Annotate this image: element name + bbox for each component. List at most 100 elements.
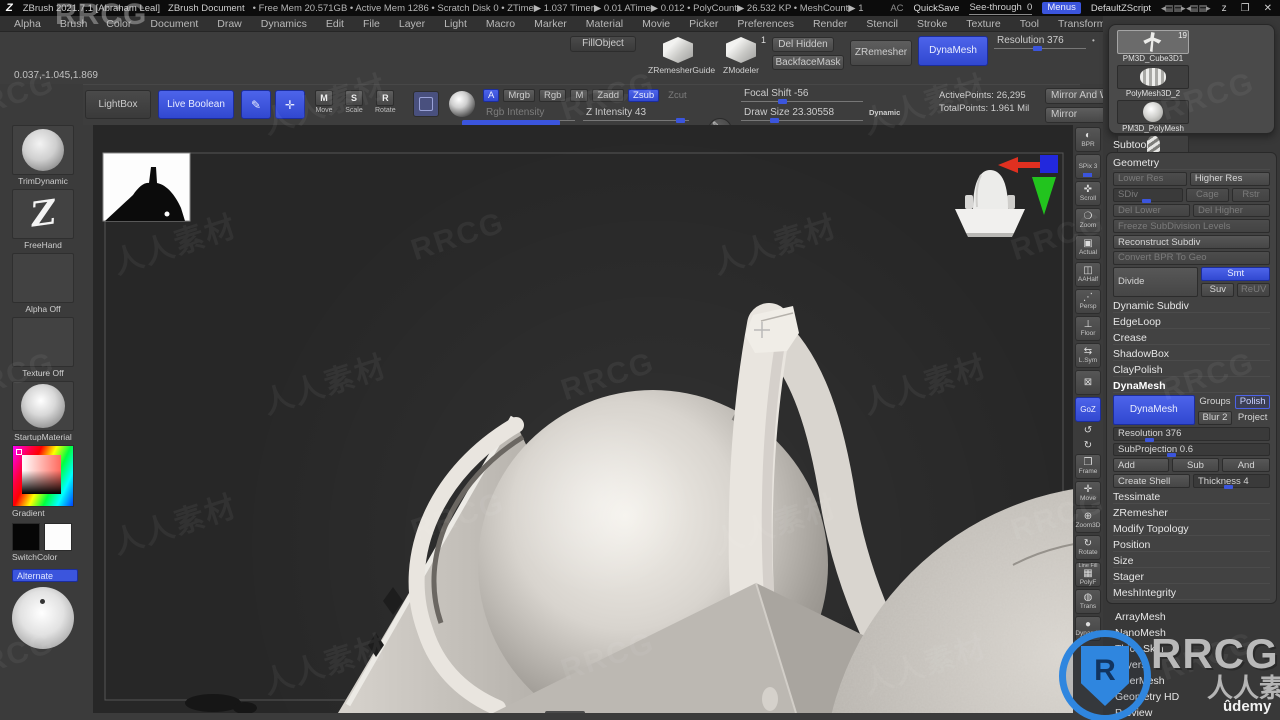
- fill-object-button[interactable]: FillObject: [570, 36, 636, 52]
- panel-section-header[interactable]: Dynamic Subdiv: [1113, 299, 1270, 313]
- rotate-button[interactable]: R Rotate: [375, 90, 396, 114]
- subtool-section-header[interactable]: Subtool: [1113, 139, 1149, 151]
- subprojection-slider[interactable]: SubProjection 0.6: [1113, 442, 1270, 458]
- menu-item[interactable]: Document: [150, 18, 198, 30]
- current-alpha-slot[interactable]: Alpha Off: [12, 253, 74, 314]
- m-toggle[interactable]: M: [570, 89, 589, 102]
- polyf-button[interactable]: Line Fill ▦ PolyF: [1075, 562, 1101, 587]
- zoom-button[interactable]: ❍ Zoom: [1075, 208, 1101, 233]
- cage-button[interactable]: Cage: [1185, 187, 1230, 202]
- panel-section-header[interactable]: ZRemesher: [1113, 506, 1270, 520]
- menu-item[interactable]: Alpha: [14, 18, 41, 30]
- current-material-slot[interactable]: StartupMaterial: [12, 381, 74, 442]
- dynamesh-button[interactable]: DynaMesh: [1113, 394, 1195, 425]
- and-toggle[interactable]: And: [1222, 458, 1271, 473]
- restore-button[interactable]: ❐: [1239, 3, 1252, 14]
- dynamesh-shelf-button[interactable]: DynaMesh: [918, 36, 988, 66]
- color-picker[interactable]: Gradient: [12, 445, 74, 518]
- zremesher-button[interactable]: ZRemesher: [850, 40, 912, 66]
- zadd-toggle[interactable]: Zadd: [592, 89, 625, 102]
- sdiv-slider[interactable]: SDiv: [1113, 187, 1183, 203]
- lightbox-button[interactable]: LightBox: [85, 90, 151, 119]
- panel-section-header[interactable]: EdgeLoop: [1113, 315, 1270, 329]
- panel-section-header[interactable]: Stager: [1113, 570, 1270, 584]
- reuv-button[interactable]: ReUV: [1237, 282, 1271, 297]
- palette-section-header[interactable]: Layers: [1115, 659, 1275, 672]
- zsub-toggle[interactable]: Zsub: [628, 89, 660, 102]
- gradient-picker[interactable]: [12, 445, 74, 507]
- menu-item[interactable]: Render: [813, 18, 847, 30]
- trans-button[interactable]: ◍ Trans: [1075, 589, 1101, 614]
- suv-toggle[interactable]: Suv: [1201, 282, 1235, 297]
- see-through-slider[interactable]: See-through 0: [969, 2, 1033, 15]
- current-stroke-slot[interactable]: Z FreeHand: [12, 189, 74, 250]
- lsym-button[interactable]: ⇆ L.Sym: [1075, 343, 1101, 368]
- palette-section-header[interactable]: Thick Skin: [1115, 643, 1275, 656]
- current-brush-button[interactable]: [413, 91, 439, 117]
- convert-bpr-button[interactable]: Convert BPR To Geo: [1113, 250, 1270, 265]
- tool-pm3d-polymesh[interactable]: PM3D_PolyMesh: [1117, 100, 1189, 133]
- palette-section-header[interactable]: Geometry HD: [1115, 691, 1275, 704]
- panel-section-header[interactable]: ClayPolish: [1113, 363, 1270, 377]
- resolution-panel-slider[interactable]: Resolution 376: [1113, 426, 1270, 442]
- panel-section-header[interactable]: MeshIntegrity: [1113, 586, 1270, 600]
- menu-item[interactable]: Transform: [1058, 18, 1105, 30]
- secondary-color-swatch[interactable]: [44, 523, 72, 551]
- menu-item[interactable]: File: [363, 18, 380, 30]
- alternate-button[interactable]: Alternate: [12, 569, 78, 582]
- draw-size-slider[interactable]: Draw Size 23.30558: [741, 106, 863, 123]
- geometry-section-header[interactable]: Geometry: [1113, 156, 1270, 170]
- edit-button[interactable]: ✎: [241, 90, 271, 119]
- actual-button[interactable]: ▣ Actual: [1075, 235, 1101, 260]
- live-boolean-button[interactable]: Live Boolean: [158, 90, 234, 119]
- menu-item[interactable]: Light: [444, 18, 467, 30]
- panel-section-header[interactable]: Position: [1113, 538, 1270, 552]
- lock-button[interactable]: ⊠: [1075, 370, 1101, 395]
- current-material-button[interactable]: [449, 91, 475, 117]
- move-button[interactable]: M Move: [315, 90, 333, 114]
- backface-mask-button[interactable]: BackfaceMask: [772, 55, 844, 70]
- history-undo-button[interactable]: ↺: [1078, 424, 1098, 437]
- minimize-button[interactable]: z: [1220, 3, 1229, 14]
- document-canvas[interactable]: ▲▼: [93, 125, 1075, 713]
- history-redo-button[interactable]: ↻: [1078, 439, 1098, 452]
- zmodeler-button[interactable]: 1 ZModeler: [716, 35, 766, 75]
- del-hidden-button[interactable]: Del Hidden: [772, 37, 834, 52]
- rotate-3d-button[interactable]: ↻ Rotate: [1075, 535, 1101, 560]
- current-brush-slot[interactable]: TrimDynamic: [12, 125, 74, 186]
- thickness-slider[interactable]: Thickness 4: [1193, 474, 1270, 489]
- menu-item[interactable]: Texture: [966, 18, 1000, 30]
- resolution-slider[interactable]: Resolution 376: [994, 34, 1086, 51]
- add-toggle[interactable]: Add: [1113, 458, 1169, 473]
- floor-button[interactable]: ⊥ Floor: [1075, 316, 1101, 341]
- bpr-button[interactable]: ◐ BPR: [1075, 127, 1101, 152]
- del-higher-button[interactable]: Del Higher: [1193, 203, 1270, 218]
- light-placement-ball[interactable]: [12, 587, 74, 649]
- menu-item[interactable]: Movie: [642, 18, 670, 30]
- dynamesh-section-header[interactable]: DynaMesh: [1113, 379, 1270, 393]
- divide-button[interactable]: Divide: [1113, 266, 1199, 297]
- switch-color[interactable]: SwitchColor: [12, 523, 74, 562]
- lower-res-button[interactable]: Lower Res: [1113, 172, 1187, 186]
- focal-shift-slider[interactable]: Focal Shift -56: [741, 87, 863, 104]
- palette-nav-icons[interactable]: ◂▤ ▤▸ ◂▤ ▤▸: [1161, 3, 1211, 14]
- reconstruct-subdiv-button[interactable]: Reconstruct Subdiv: [1113, 235, 1270, 249]
- z-intensity-slider[interactable]: Z Intensity 43: [583, 106, 689, 123]
- menu-item[interactable]: Stroke: [917, 18, 947, 30]
- palette-section-header[interactable]: NanoMesh: [1115, 627, 1275, 640]
- blur-slider[interactable]: Blur 2: [1197, 410, 1233, 425]
- tool-polymesh3d-2[interactable]: PolyMesh3D_2: [1117, 65, 1189, 98]
- menu-item[interactable]: Edit: [326, 18, 344, 30]
- create-shell-button[interactable]: Create Shell: [1113, 474, 1190, 488]
- palette-section-header[interactable]: Preview: [1115, 707, 1275, 720]
- rgb-toggle[interactable]: Rgb: [539, 89, 567, 102]
- del-lower-button[interactable]: Del Lower: [1113, 203, 1190, 218]
- menu-item[interactable]: Material: [586, 18, 623, 30]
- current-texture-slot[interactable]: Texture Off: [12, 317, 74, 378]
- panel-section-header[interactable]: Crease: [1113, 331, 1270, 345]
- menu-item[interactable]: Picker: [689, 18, 718, 30]
- panel-section-header[interactable]: ShadowBox: [1113, 347, 1270, 361]
- menu-item[interactable]: Preferences: [737, 18, 794, 30]
- tray-divider-handle[interactable]: ▲▼: [545, 711, 585, 713]
- panel-section-header[interactable]: Modify Topology: [1113, 522, 1270, 536]
